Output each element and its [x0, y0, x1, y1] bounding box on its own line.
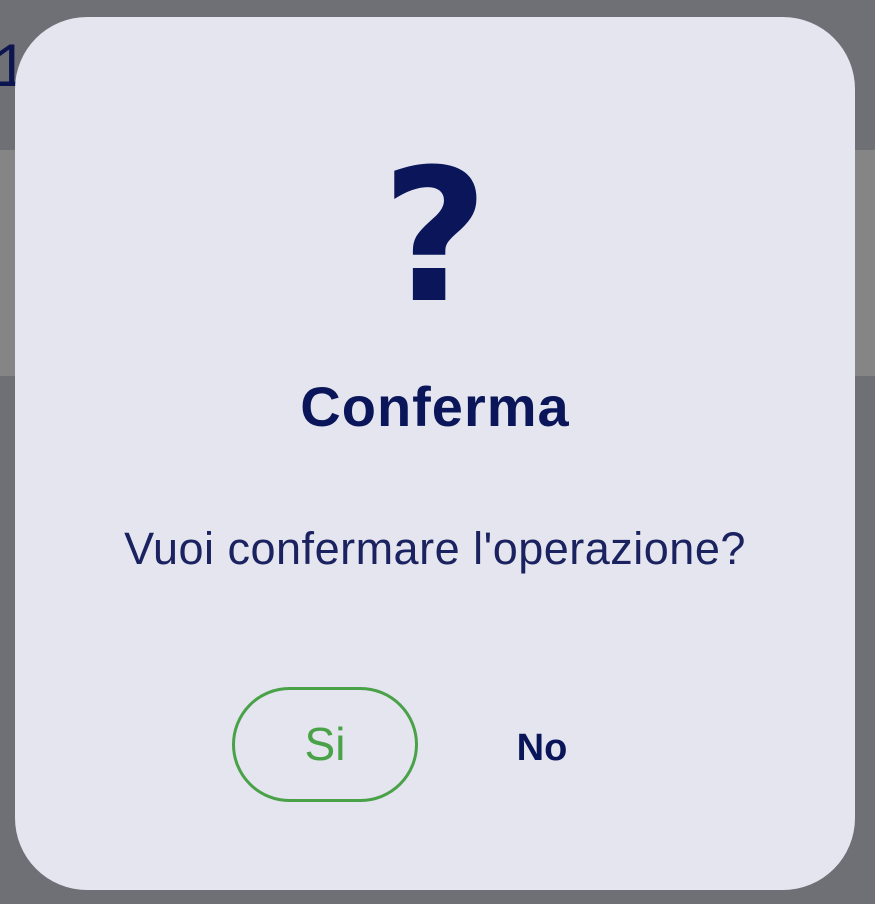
yes-button[interactable]: Si [232, 687, 418, 802]
confirm-dialog: ? Conferma Vuoi confermare l'operazione?… [15, 17, 855, 890]
question-mark-icon: ? [381, 130, 489, 344]
dialog-message: Vuoi confermare l'operazione? [124, 523, 746, 574]
dialog-title: Conferma [300, 375, 570, 438]
no-button[interactable]: No [485, 717, 599, 779]
